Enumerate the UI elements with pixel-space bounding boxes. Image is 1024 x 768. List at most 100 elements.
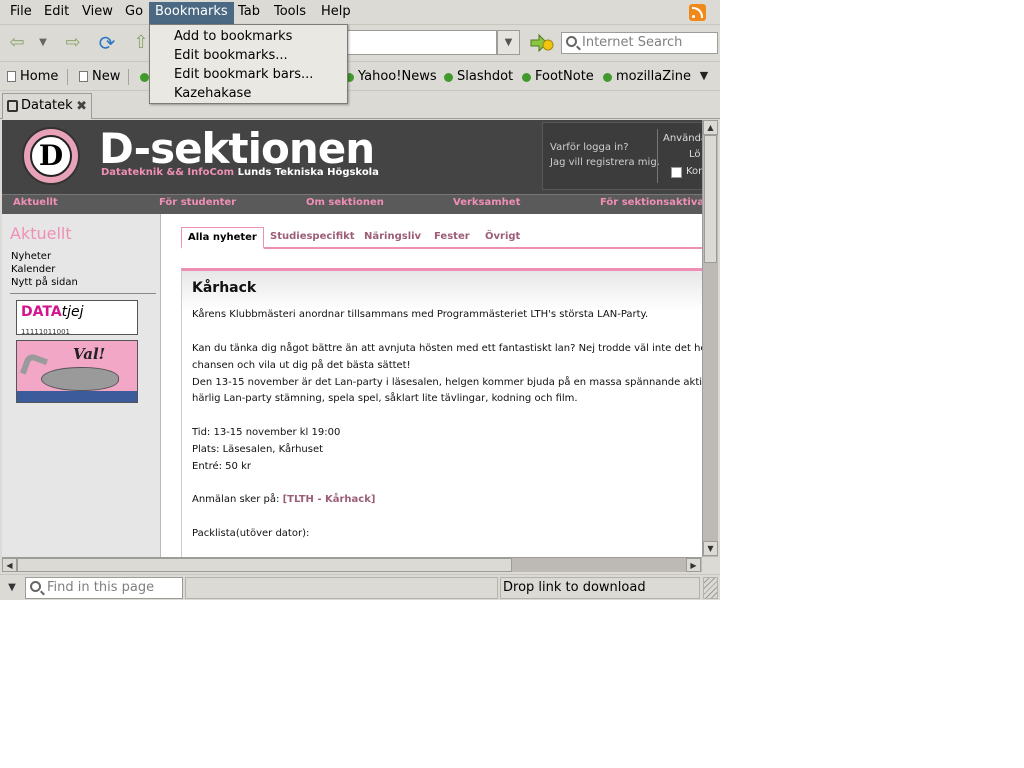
vertical-scroll-thumb[interactable] [704, 135, 717, 263]
feed-dot-icon [603, 73, 612, 82]
status-progress-area [185, 577, 498, 599]
resize-grip[interactable] [703, 577, 718, 599]
menu-tools[interactable]: Tools [268, 2, 312, 24]
tab-fester[interactable]: Fester [434, 227, 470, 249]
find-in-page-input[interactable]: Find in this page [25, 577, 183, 599]
vertical-scrollbar[interactable]: ▲ ▼ [702, 120, 718, 557]
article-header-gradient [182, 271, 702, 311]
article-packlist: Packlista(utöver dator): [192, 528, 310, 539]
sidebar-link-nyheter[interactable]: Nyheter [11, 251, 51, 262]
menu-bookmarks[interactable]: Bookmarks [149, 2, 234, 24]
bookmark-home[interactable]: Home [6, 68, 58, 86]
search-placeholder: Internet Search [582, 35, 683, 50]
site-nav-aktuellt[interactable]: Aktuellt [13, 197, 58, 208]
why-login-link[interactable]: Varför logga in? [550, 142, 629, 153]
article-fee: Entré: 50 kr [192, 461, 251, 472]
scroll-right-icon[interactable]: ▶ [686, 558, 701, 572]
bookmark-label: mozillaZine [616, 69, 691, 84]
tab-alla-nyheter[interactable]: Alla nyheter [181, 227, 264, 249]
menu-tab[interactable]: Tab [232, 2, 266, 24]
bookmark-mozillazine[interactable]: mozillaZine [602, 68, 691, 86]
d-sektionen-logo[interactable]: D [22, 127, 80, 185]
rss-feed-icon[interactable] [689, 4, 706, 21]
bookmark-label: Home [20, 69, 59, 84]
banner-data-text: DATA [21, 304, 62, 320]
location-input[interactable] [345, 30, 497, 55]
search-icon [566, 36, 577, 47]
subtitle-programs: Datateknik && InfoCom [101, 167, 235, 178]
menu-item-edit-bookmark-bars[interactable]: Edit bookmark bars... [174, 65, 313, 84]
scroll-left-icon[interactable]: ◀ [2, 558, 17, 572]
left-sidebar: Aktuellt Nyheter Kalender Nytt på sidan … [2, 214, 161, 557]
status-bar: ▼ Find in this page Drop link to downloa… [0, 574, 720, 600]
location-dropdown-button[interactable]: ▼ [497, 30, 520, 55]
menu-go[interactable]: Go [119, 2, 149, 24]
bookmarks-dropdown-menu: Add to bookmarks Edit bookmarks... Edit … [149, 24, 348, 104]
horizontal-scrollbar[interactable]: ◀ ▶ [2, 557, 702, 572]
logo-letter-icon: D [30, 135, 72, 177]
bookmark-footnote[interactable]: FootNote [521, 68, 594, 86]
status-text[interactable]: Drop link to download [500, 577, 700, 599]
article-title: Kårhack [192, 280, 257, 296]
article-intro: Kårens Klubbmästeri anordnar tillsammans… [192, 309, 649, 320]
site-nav-om-sektionen[interactable]: Om sektionen [306, 197, 384, 208]
subtitle-school: Lunds Tekniska Högskola [237, 167, 379, 178]
menu-view[interactable]: View [76, 2, 119, 24]
bookmark-slashdot[interactable]: Slashdot [443, 68, 513, 86]
back-arrow-icon[interactable]: ⇦ [6, 32, 28, 54]
toolbar-separator [67, 69, 68, 85]
internet-search-input[interactable]: Internet Search [561, 32, 718, 54]
signup-prefix: Anmälan sker på: [192, 494, 280, 505]
reload-icon[interactable]: ⟳ [96, 32, 118, 54]
article-place: Plats: Läsesalen, Kårhuset [192, 444, 324, 455]
sidebar-link-nytt[interactable]: Nytt på sidan [11, 277, 78, 288]
whale-icon [41, 367, 119, 391]
sidebar-link-kalender[interactable]: Kalender [11, 264, 55, 275]
site-title[interactable]: D-sektionen [99, 124, 375, 173]
menu-item-add-to-bookmarks[interactable]: Add to bookmarks [174, 27, 292, 46]
site-nav-for-sektionsaktiva[interactable]: För sektionsaktiva [600, 197, 702, 208]
tab-datatek[interactable]: Datatek ✖ [2, 93, 92, 119]
scroll-up-icon[interactable]: ▲ [703, 120, 718, 135]
menu-edit[interactable]: Edit [38, 2, 75, 24]
back-history-chevron-icon[interactable]: ▼ [32, 32, 54, 54]
site-nav-for-studenter[interactable]: För studenter [159, 197, 236, 208]
menu-item-kazehakase[interactable]: Kazehakase [174, 84, 251, 103]
tab-studiespecifikt[interactable]: Studiespecifikt [270, 227, 355, 249]
tab-label: Datatek [21, 98, 73, 113]
go-button[interactable] [530, 33, 554, 53]
horizontal-scroll-thumb[interactable] [17, 558, 512, 572]
remember-me-checkbox[interactable] [671, 167, 682, 178]
bookmarks-overflow-chevron-icon[interactable]: ▼ [693, 65, 715, 87]
site-nav-verksamhet[interactable]: Verksamhet [453, 197, 520, 208]
val-whale-banner[interactable]: Val! [16, 340, 138, 403]
tab-ovrigt[interactable]: Övrigt [485, 227, 520, 249]
find-placeholder: Find in this page [47, 580, 155, 595]
menu-help[interactable]: Help [315, 2, 357, 24]
karhack-signup-link[interactable]: [TLTH - Kårhack] [283, 494, 376, 505]
article-paragraph: chansen och vila ut dig på det bästa sät… [192, 360, 411, 371]
bookmark-label: FootNote [535, 69, 594, 84]
close-tab-icon[interactable]: ✖ [76, 95, 87, 119]
datatjej-banner[interactable]: DATAtjej 11111011001 [16, 300, 138, 336]
tab-naringsliv[interactable]: Näringsliv [364, 227, 421, 249]
article-time: Tid: 13-15 november kl 19:00 [192, 427, 341, 438]
forward-arrow-icon[interactable]: ⇨ [62, 32, 84, 54]
menu-file[interactable]: File [4, 2, 38, 24]
findbar-toggle-chevron-icon[interactable]: ▼ [2, 577, 22, 599]
sidebar-divider [10, 293, 156, 294]
find-search-icon [30, 581, 41, 592]
article-signup: Anmälan sker på: [TLTH - Kårhack] [192, 494, 375, 505]
article-paragraph: Kan du tänka dig något bättre än att avn… [192, 343, 702, 354]
menu-item-edit-bookmarks[interactable]: Edit bookmarks... [174, 46, 288, 65]
scroll-down-icon[interactable]: ▼ [703, 541, 718, 556]
article-paragraph: Den 13-15 november är det Lan-party i lä… [192, 377, 702, 388]
feed-dot-icon [140, 73, 149, 82]
bookmark-yahoo-news[interactable]: Yahoo!News [344, 68, 437, 86]
go-arrow-icon [530, 33, 554, 53]
article-paragraph: härlig Lan-party stämning, spela spel, s… [192, 393, 578, 404]
bookmark-new[interactable]: New [78, 68, 120, 86]
page-icon [7, 71, 16, 82]
username-label: Användar [663, 133, 702, 144]
register-link[interactable]: Jag vill registrera mig. [550, 157, 660, 168]
